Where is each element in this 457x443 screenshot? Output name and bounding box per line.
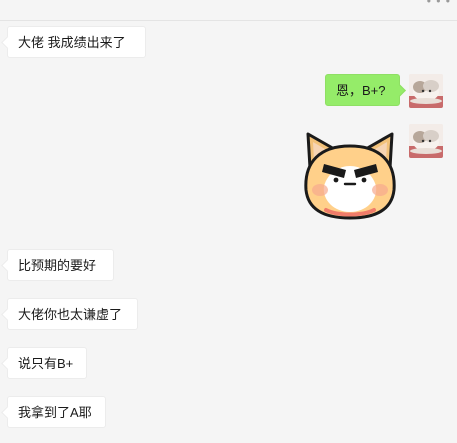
message-bubble-received[interactable]: 说只有B+	[7, 347, 87, 379]
more-dots-icon[interactable]: • • •	[427, 0, 451, 8]
message-bubble-sent[interactable]: 恩，B+?	[325, 74, 400, 106]
message-bubble-received[interactable]: 大佬 我成绩出来了	[7, 26, 146, 58]
message-bubble-received[interactable]: 我拿到了A耶	[7, 396, 106, 428]
corgi-frown-sticker[interactable]	[298, 128, 402, 220]
message-bubble-received[interactable]: 大佬你也太谦虚了	[7, 298, 138, 330]
chat-top-bar: • • •	[0, 0, 457, 21]
avatar[interactable]	[409, 124, 443, 158]
avatar[interactable]	[409, 74, 443, 108]
message-bubble-received[interactable]: 比预期的要好	[7, 249, 114, 281]
